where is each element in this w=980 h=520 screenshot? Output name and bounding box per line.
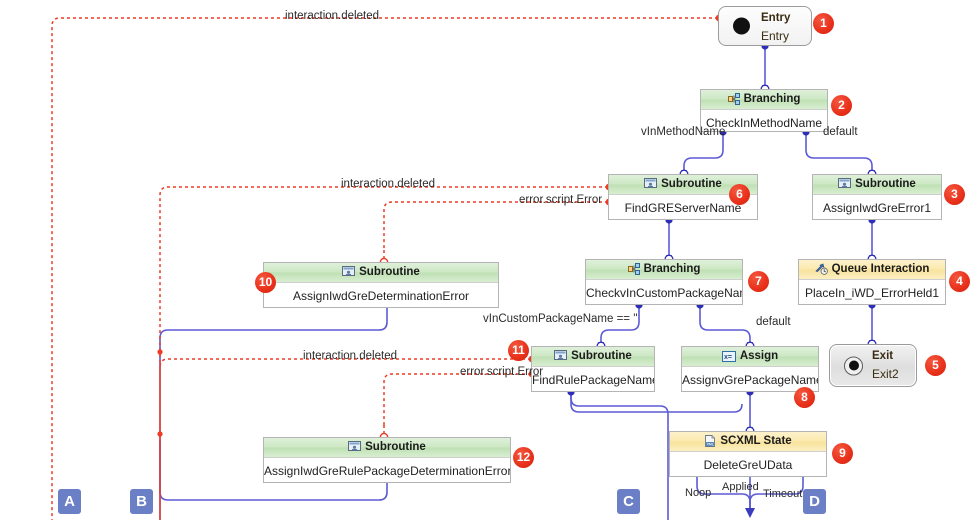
node-header-label: Assign [739, 350, 779, 362]
subroutine-icon [554, 350, 568, 366]
node-header: Subroutine [264, 263, 498, 283]
node-subroutine-assigniwdgreerror1[interactable]: Subroutine AssignIwdGreError1 [812, 174, 942, 220]
connector-marker-a[interactable]: A [58, 489, 81, 514]
badge-5: 5 [925, 355, 946, 376]
node-scxml-state-deletegreudata[interactable]: XML SCXML State DeleteGreUData [669, 431, 827, 477]
assign-icon: x= [721, 350, 736, 366]
node-entry-label: Entry [761, 29, 790, 43]
badge-4: 4 [949, 271, 970, 292]
exit-circle-icon [844, 356, 863, 375]
node-header-label: SCXML State [720, 435, 792, 447]
badge-11: 11 [508, 340, 529, 361]
edge-label-interaction-deleted-top: interaction.deleted [285, 10, 379, 22]
subroutine-icon [348, 441, 362, 457]
node-body-label: PlaceIn_iWD_ErrorHeld1 [804, 286, 940, 300]
branching-icon [727, 93, 740, 109]
edge-label-noop: Noop [685, 487, 712, 499]
node-body-label: DeleteGreUData [703, 458, 793, 472]
badge-10: 10 [255, 272, 276, 293]
node-body-label: AssignIwdGreDeterminationError [292, 289, 470, 303]
workflow-diagram-canvas: Entry Entry 1 Branching CheckInMethodNam… [0, 0, 980, 520]
node-header: Subroutine [264, 438, 510, 458]
svg-text:XML: XML [707, 443, 714, 447]
queue-interaction-icon [814, 263, 828, 279]
node-body-label: AssignIwdGreRulePackageDeterminationErro… [264, 464, 510, 478]
node-queue-interaction[interactable]: Queue Interaction PlaceIn_iWD_ErrorHeld1 [798, 259, 946, 305]
node-exit[interactable]: Exit Exit2 [829, 344, 917, 387]
node-header-label: Subroutine [571, 350, 632, 362]
connector-marker-d[interactable]: D [803, 489, 826, 514]
badge-1: 1 [813, 13, 834, 34]
edge-label-applied: Applied [722, 481, 759, 493]
subroutine-icon [342, 266, 356, 282]
node-exit-label: Exit2 [872, 367, 899, 381]
scxml-icon: XML [704, 435, 716, 451]
edge-label-interaction-deleted-low: interaction.deleted [303, 350, 397, 362]
subroutine-icon [838, 178, 852, 194]
badge-8: 8 [794, 387, 815, 408]
node-body-label: AssignIwdGreError1 [822, 201, 932, 215]
node-header-label: Branching [743, 93, 801, 105]
node-header: XML SCXML State [670, 432, 826, 452]
node-body-label: FindRulePackageName [532, 373, 654, 387]
edge-label-timeout: Timeout [763, 488, 803, 500]
branching-icon [627, 263, 640, 279]
node-header-label: Subroutine [855, 178, 916, 190]
node-branching-checkvincustompackagename[interactable]: Branching CheckvInCustomPackageName [585, 259, 743, 305]
node-entry[interactable]: Entry Entry [718, 6, 812, 46]
edge-label-error-script-error-lower: error.script.Error [460, 366, 544, 378]
node-body-label: CheckvInCustomPackageName [586, 286, 742, 300]
subroutine-icon [644, 178, 658, 194]
node-header: Subroutine [532, 347, 654, 367]
node-header: Subroutine [813, 175, 941, 195]
node-header-label: Subroutine [365, 441, 426, 453]
edge-label-vincustompackagename: vInCustomPackageName == '' [483, 313, 638, 325]
node-header-label: Subroutine [359, 266, 420, 278]
edge-label-default-mid: default [756, 316, 791, 328]
badge-3: 3 [944, 184, 965, 205]
merge-arrowhead [745, 508, 755, 518]
badge-12: 12 [513, 447, 534, 468]
badge-9: 9 [832, 443, 853, 464]
node-header: Branching [586, 260, 742, 280]
node-subroutine-assigniwdgredeterminationerror[interactable]: Subroutine AssignIwdGreDeterminationErro… [263, 262, 499, 308]
edge-label-vinmethodname: vInMethodName [641, 126, 726, 138]
filled-circle-icon [733, 17, 750, 35]
node-header-label: Queue Interaction [831, 263, 930, 275]
edge-label-interaction-deleted-mid: interaction.deleted [341, 178, 435, 190]
node-exit-header: Exit [872, 350, 894, 362]
badge-6: 6 [729, 184, 750, 205]
node-header-label: Branching [643, 263, 701, 275]
node-assign-assignvgrepackagename[interactable]: x= Assign AssignvGrePackageName [681, 346, 819, 392]
node-header-label: Subroutine [661, 178, 722, 190]
connector-marker-c[interactable]: C [617, 489, 640, 514]
node-header: Queue Interaction [799, 260, 945, 280]
edge-label-error-script-error-upper: error.script.Error [519, 194, 603, 206]
node-subroutine-assigniwdgrerulepackagedeterminationerror[interactable]: Subroutine AssignIwdGreRulePackageDeterm… [263, 437, 511, 483]
edge-label-default-top: default [823, 126, 858, 138]
badge-2: 2 [831, 95, 852, 116]
connector-marker-b[interactable]: B [130, 489, 153, 514]
node-header: Branching [701, 90, 827, 110]
node-subroutine-findrulepackagename[interactable]: Subroutine FindRulePackageName [531, 346, 655, 392]
svg-text:x=: x= [724, 354, 732, 361]
node-header: x= Assign [682, 347, 818, 367]
badge-7: 7 [748, 271, 769, 292]
node-entry-header: Entry [761, 12, 791, 24]
